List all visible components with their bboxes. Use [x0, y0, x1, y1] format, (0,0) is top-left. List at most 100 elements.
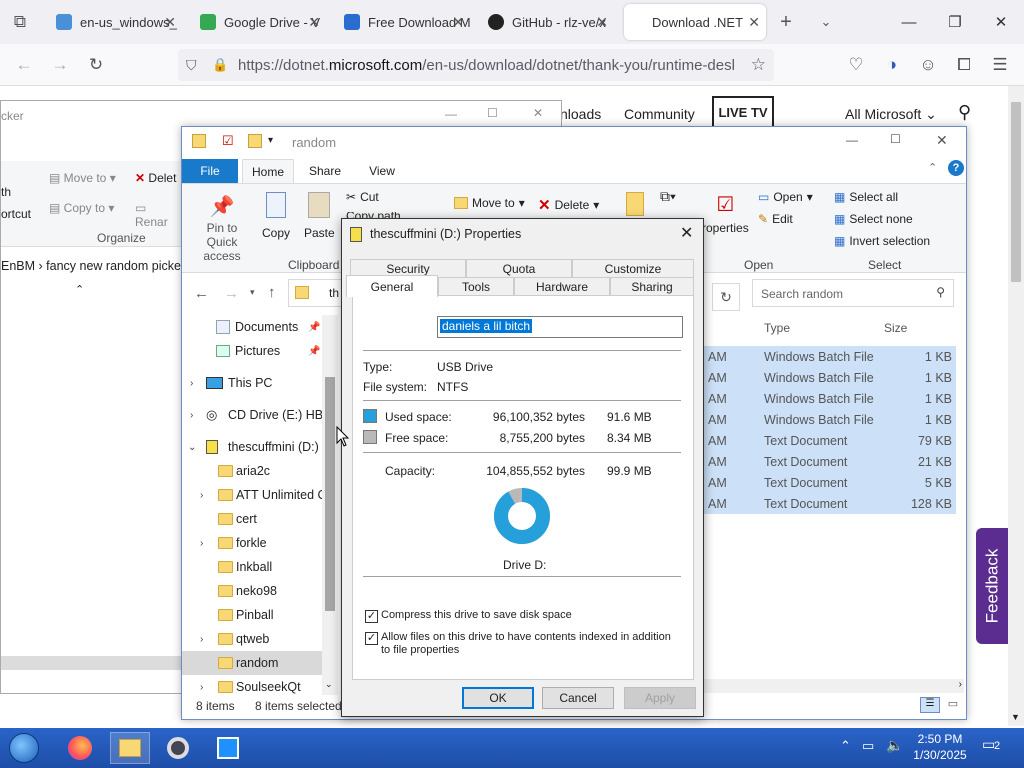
new-folder-icon[interactable]: [626, 192, 644, 216]
scroll-down-icon[interactable]: ⌄: [325, 679, 333, 690]
nav-downloads[interactable]: nloads: [560, 106, 601, 122]
search-input[interactable]: Search random ⚲: [752, 279, 954, 307]
firefox-taskbar-icon[interactable]: [60, 732, 100, 764]
up-icon[interactable]: ↑: [268, 284, 276, 301]
nav-pane-scrollbar[interactable]: ⌄: [322, 315, 338, 695]
live-tv-button[interactable]: LIVE TV: [712, 96, 774, 128]
tree-item-this-pc[interactable]: › This PC: [182, 371, 322, 395]
tree-item-documents[interactable]: Documents 📌: [182, 315, 322, 339]
tab-list-icon[interactable]: ⧉: [6, 8, 34, 36]
tree-item-soulseek[interactable]: › SoulseekQt: [182, 675, 322, 695]
help-icon[interactable]: ?: [948, 160, 964, 176]
tree-item-neko98[interactable]: neko98: [182, 579, 322, 603]
tree-item-aria2c[interactable]: aria2c: [182, 459, 322, 483]
new-item-icon[interactable]: ⧉▾: [660, 188, 676, 205]
properties-quick-icon[interactable]: ☑: [222, 133, 234, 149]
file-row[interactable]: AM Windows Batch File 1 KB: [704, 346, 956, 367]
close-tab-icon[interactable]: ✕: [452, 14, 464, 31]
shield-icon[interactable]: ⛉: [186, 57, 197, 74]
maximize-icon[interactable]: ❐: [932, 0, 978, 44]
tree-item-cert[interactable]: cert: [182, 507, 322, 531]
move-to-button[interactable]: Move to ▾: [454, 196, 525, 210]
close-tab-icon[interactable]: ✕: [748, 14, 760, 31]
drive-label-input[interactable]: daniels a lil bitch: [437, 316, 683, 338]
pin-quick-access-button[interactable]: 📌 Pin to Quick access: [190, 194, 254, 263]
ok-button[interactable]: OK: [462, 687, 534, 709]
file-row[interactable]: AM Text Document 79 KB: [704, 430, 956, 451]
reload-icon[interactable]: ↻: [82, 51, 110, 79]
file-row[interactable]: AM Text Document 5 KB: [704, 472, 956, 493]
tree-item-forkle[interactable]: › forkle: [182, 531, 322, 555]
column-header-size[interactable]: Size: [884, 321, 907, 335]
account-icon[interactable]: ☺: [914, 51, 942, 79]
clock-date[interactable]: 1/30/2025: [908, 748, 972, 762]
tree-item-pinball[interactable]: Pinball: [182, 603, 322, 627]
scrollbar-thumb[interactable]: [325, 377, 335, 611]
minimize-icon[interactable]: —: [886, 0, 932, 44]
volume-icon[interactable]: 🔈: [886, 737, 903, 754]
explorer-taskbar-icon[interactable]: [110, 732, 150, 764]
dialog-taskbar-icon[interactable]: [208, 732, 248, 764]
file-row[interactable]: AM Text Document 128 KB: [704, 493, 956, 514]
search-icon[interactable]: ⚲: [958, 102, 971, 123]
all-microsoft-menu[interactable]: All Microsoft ⌄: [845, 106, 937, 123]
browser-tab-2[interactable]: Google Drive - V ✕: [190, 4, 326, 40]
copy-to-button[interactable]: ▤ Copy to ▾: [49, 201, 114, 215]
select-all-button[interactable]: ▦ Select all: [834, 190, 898, 204]
customize-quick-access-icon[interactable]: ▾: [268, 135, 273, 146]
select-none-button[interactable]: ▦ Select none: [834, 212, 913, 226]
tree-item-qtweb[interactable]: › qtweb: [182, 627, 322, 651]
delete-button[interactable]: ✕ Delete ▾: [538, 196, 599, 214]
new-folder-quick-icon[interactable]: [248, 134, 262, 148]
browser-tab-5[interactable]: Download .NET ✕: [624, 4, 766, 40]
file-row[interactable]: AM Windows Batch File 1 KB: [704, 388, 956, 409]
close-tab-icon[interactable]: ✕: [596, 14, 608, 31]
collapse-chevron-icon[interactable]: ⌄: [188, 442, 196, 453]
close-icon[interactable]: ✕: [680, 223, 693, 243]
page-scrollbar[interactable]: ▼: [1008, 86, 1024, 726]
app-taskbar-icon[interactable]: [158, 732, 198, 764]
maximize-icon[interactable]: ☐: [487, 106, 498, 120]
tab-quota[interactable]: Quota: [466, 259, 572, 277]
edit-button[interactable]: ✎ Edit: [758, 212, 793, 226]
browser-tab-4[interactable]: GitHub - rlz-ve/x ✕: [478, 4, 614, 40]
maximize-icon[interactable]: ☐: [890, 132, 901, 146]
delete-button[interactable]: ✕ Delet: [135, 171, 176, 185]
tree-item-pictures[interactable]: Pictures 📌: [182, 339, 322, 363]
recent-locations-icon[interactable]: ▾: [250, 287, 255, 298]
forward-icon[interactable]: →: [224, 285, 239, 302]
close-window-icon[interactable]: ✕: [978, 0, 1024, 44]
expand-chevron-icon[interactable]: ›: [190, 378, 193, 389]
menu-icon[interactable]: ☰: [986, 51, 1014, 79]
network-icon[interactable]: ▭: [862, 738, 874, 754]
open-button[interactable]: ▭ Open ▾: [758, 190, 813, 204]
close-icon[interactable]: ✕: [936, 132, 948, 149]
expand-chevron-icon[interactable]: ›: [200, 634, 203, 645]
close-tab-icon[interactable]: ✕: [164, 14, 176, 31]
show-hidden-icons-icon[interactable]: ⌃: [840, 738, 851, 754]
copy-button[interactable]: Copy: [262, 192, 290, 240]
tab-customize[interactable]: Customize: [572, 259, 694, 277]
minimize-icon[interactable]: —: [846, 133, 858, 147]
tab-share[interactable]: Share: [300, 159, 350, 183]
bookmark-star-icon[interactable]: ☆: [751, 55, 766, 75]
minimize-icon[interactable]: —: [445, 107, 457, 121]
properties-button[interactable]: ☑ roperties: [702, 192, 749, 235]
cut-button[interactable]: ✂ Cut: [346, 190, 379, 204]
tab-general[interactable]: General: [346, 275, 438, 297]
tab-hardware[interactable]: Hardware: [514, 277, 610, 295]
file-row[interactable]: AM Text Document 21 KB: [704, 451, 956, 472]
invert-selection-button[interactable]: ▦ Invert selection: [834, 234, 930, 248]
pocket-icon[interactable]: ♡: [842, 51, 870, 79]
scroll-down-icon[interactable]: ▼: [1011, 712, 1020, 722]
column-header-type[interactable]: Type: [764, 321, 790, 335]
index-checkbox[interactable]: ✓: [365, 632, 378, 645]
tree-item-thescuffmini[interactable]: ⌄ thescuffmini (D:): [182, 435, 322, 459]
tree-item-random[interactable]: random: [182, 651, 322, 675]
file-row[interactable]: AM Windows Batch File 1 KB: [704, 367, 956, 388]
tab-file[interactable]: File: [182, 159, 238, 183]
forward-icon[interactable]: →: [46, 51, 74, 79]
compress-checkbox[interactable]: ✓: [365, 610, 378, 623]
back-icon[interactable]: ←: [194, 285, 209, 302]
close-tab-icon[interactable]: ✕: [308, 14, 320, 31]
